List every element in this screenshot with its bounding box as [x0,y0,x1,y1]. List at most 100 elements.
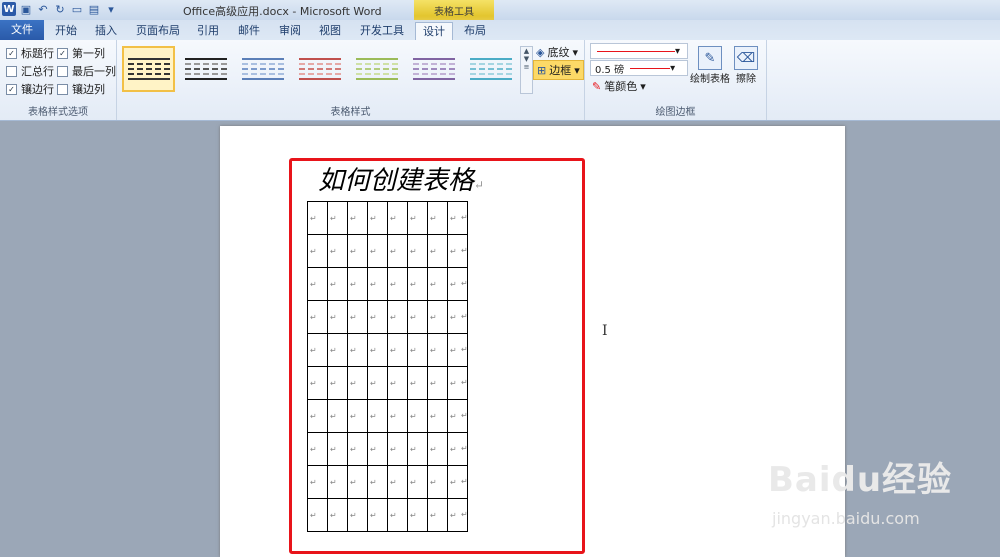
table-cell[interactable]: ↵ [427,201,448,235]
table-cell[interactable]: ↵ [327,267,348,301]
table-cell[interactable]: ↵ [307,366,328,400]
table-cell[interactable]: ↵ [327,300,348,334]
checkbox-first-column[interactable]: ✓ [57,47,68,59]
table-style-green[interactable] [351,46,404,92]
tab-design[interactable]: 设计 [415,22,453,42]
table-cell[interactable]: ↵ [387,366,408,400]
table-cell[interactable]: ↵ [367,333,388,367]
table-cell[interactable]: ↵ [347,267,368,301]
table-cell[interactable]: ↵ [407,366,428,400]
table-style-plain[interactable] [179,46,232,92]
table-cell[interactable]: ↵ [347,300,368,334]
pen-style-dropdown[interactable]: ▾ [590,43,688,59]
table-cell[interactable]: ↵ [367,399,388,433]
option-last-column[interactable]: 最后一列 [57,63,116,79]
tab-review[interactable]: 审阅 [273,22,307,40]
table-cell[interactable]: ↵ [367,366,388,400]
eraser-button[interactable]: ⌫ 擦除 [734,46,758,85]
table-cell[interactable]: ↵ [427,300,448,334]
table-cell[interactable]: ↵ [347,498,368,532]
shading-button[interactable]: ◈ 底纹 ▾ [536,44,578,60]
tab-insert[interactable]: 插入 [88,22,124,40]
table-cell[interactable]: ↵ [327,465,348,499]
table-cell[interactable]: ↵ [407,234,428,268]
document-heading[interactable]: 如何创建表格↵ [318,160,484,197]
table-cell[interactable]: ↵ [387,333,408,367]
table-cell[interactable]: ↵ [367,234,388,268]
table-cell[interactable]: ↵ [387,498,408,532]
table-cell[interactable]: ↵ [347,432,368,466]
table-cell[interactable]: ↵ [327,234,348,268]
save-icon[interactable]: ▣ [19,2,33,16]
table-style-aqua[interactable] [465,46,518,92]
table-cell[interactable]: ↵ [427,333,448,367]
table-cell[interactable]: ↵ [367,267,388,301]
table-cell[interactable]: ↵ [387,234,408,268]
table-cell[interactable]: ↵ [327,399,348,433]
tab-home[interactable]: 开始 [48,22,84,40]
undo-icon[interactable]: ↶ [36,2,50,16]
pen-weight-dropdown[interactable]: 0.5 磅 ▾ [590,60,688,76]
checkbox-header-row[interactable]: ✓ [6,47,17,59]
tab-page-layout[interactable]: 页面布局 [130,22,186,40]
table-cell[interactable]: ↵ [347,333,368,367]
table-style-grid[interactable] [122,46,176,92]
table-cell[interactable]: ↵ [367,201,388,235]
table-cell[interactable]: ↵ [387,267,408,301]
table-cell[interactable]: ↵ [427,234,448,268]
word-app-icon[interactable]: W [2,2,16,16]
checkbox-banded-rows[interactable]: ✓ [6,83,17,95]
table-cell[interactable]: ↵ [367,300,388,334]
table-cell[interactable]: ↵ [347,399,368,433]
table-cell[interactable]: ↵ [307,399,328,433]
tab-view[interactable]: 视图 [313,22,347,40]
table-cell[interactable]: ↵ [327,333,348,367]
checkbox-last-column[interactable] [57,65,68,77]
table-cell[interactable]: ↵ [307,432,328,466]
option-total-row[interactable]: 汇总行 [6,63,54,79]
tab-references[interactable]: 引用 [191,22,225,40]
option-header-row[interactable]: ✓ 标题行 [6,45,54,61]
table-cell[interactable]: ↵ [387,300,408,334]
table-cell[interactable]: ↵ [347,366,368,400]
table-cell[interactable]: ↵ [307,300,328,334]
table-cell[interactable]: ↵ [427,432,448,466]
table-cell[interactable]: ↵ [407,465,428,499]
table-cell[interactable]: ↵ [327,498,348,532]
table-cell[interactable]: ↵ [407,201,428,235]
table-cell[interactable]: ↵ [387,399,408,433]
table-style-blue[interactable] [236,46,289,92]
table-cell[interactable]: ↵ [407,267,428,301]
table-style-red[interactable] [293,46,346,92]
checkbox-total-row[interactable] [6,65,17,77]
table-cell[interactable]: ↵ [387,201,408,235]
option-banded-columns[interactable]: 镶边列 [57,81,105,97]
table-cell[interactable]: ↵ [367,465,388,499]
table-cell[interactable]: ↵ [347,201,368,235]
table-cell[interactable]: ↵ [387,465,408,499]
table-cell[interactable]: ↵ [307,465,328,499]
checkbox-banded-columns[interactable] [57,83,68,95]
table-cell[interactable]: ↵ [307,234,328,268]
tab-mailings[interactable]: 邮件 [232,22,266,40]
option-first-column[interactable]: ✓ 第一列 [57,45,105,61]
table-cell[interactable]: ↵ [427,498,448,532]
table-cell[interactable]: ↵ [307,201,328,235]
table-cell[interactable]: ↵ [427,366,448,400]
table-cell[interactable]: ↵ [307,498,328,532]
redo-icon[interactable]: ↻ [53,2,67,16]
table-cell[interactable]: ↵ [427,465,448,499]
customize-qat-icon[interactable]: ▾ [104,2,118,16]
table-cell[interactable]: ↵ [307,267,328,301]
table-cell[interactable]: ↵ [327,432,348,466]
table-cell[interactable]: ↵ [407,300,428,334]
draw-table-button[interactable]: ✎ 绘制表格 [690,46,730,85]
table-cell[interactable]: ↵ [327,201,348,235]
table-cell[interactable]: ↵ [407,432,428,466]
table-cell[interactable]: ↵ [307,333,328,367]
table-cell[interactable]: ↵ [427,399,448,433]
table-cell[interactable]: ↵ [367,432,388,466]
table-cell[interactable]: ↵ [407,399,428,433]
new-document-icon[interactable]: ▭ [70,2,84,16]
tab-file[interactable]: 文件 [0,20,44,40]
